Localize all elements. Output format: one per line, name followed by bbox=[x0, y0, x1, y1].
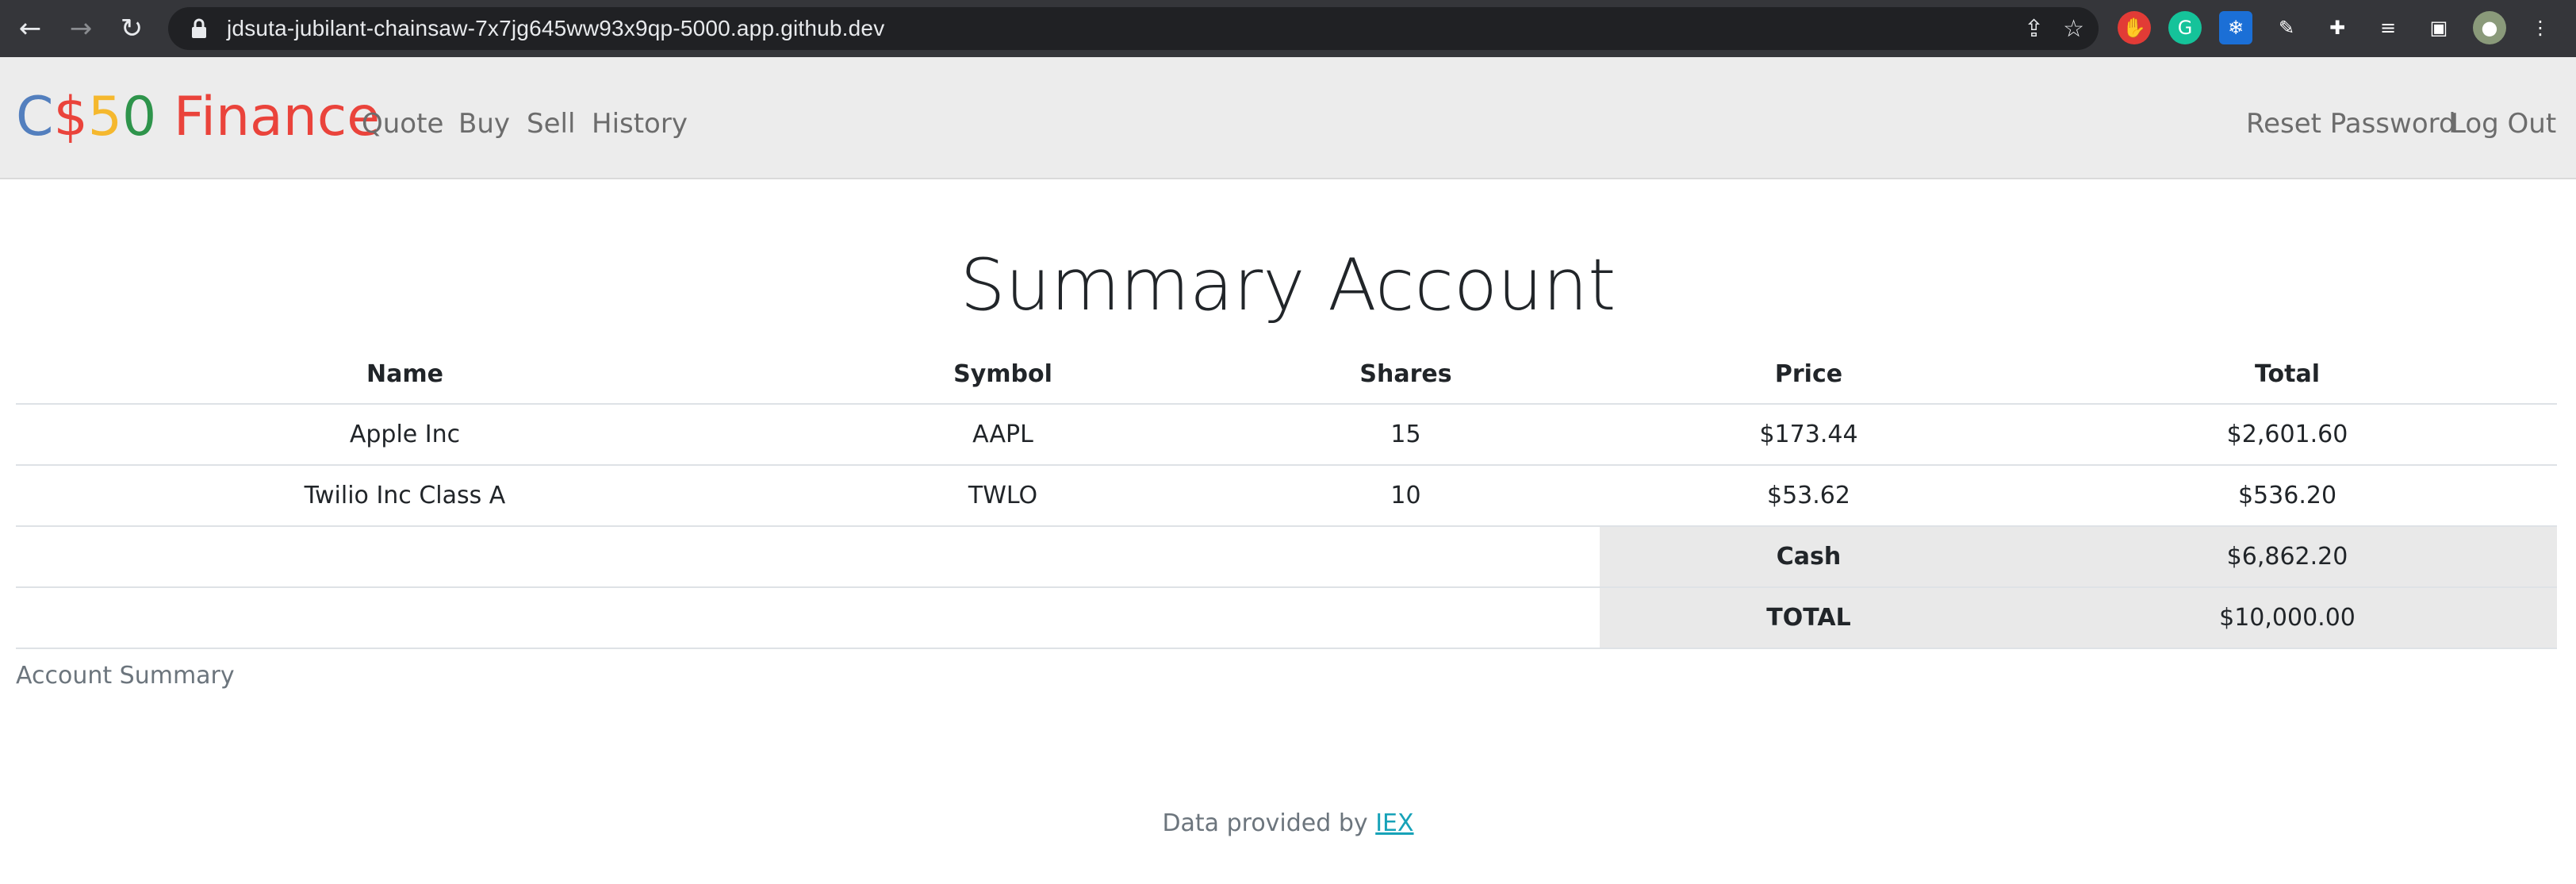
nav-history[interactable]: History bbox=[592, 108, 688, 140]
brand-logo[interactable]: C$50 Finance bbox=[16, 89, 380, 146]
total-spacer bbox=[16, 586, 1600, 649]
profile-avatar[interactable]: ● bbox=[2473, 11, 2506, 44]
brand-five: 5 bbox=[87, 86, 123, 148]
table-header-row: Name Symbol Shares Price Total bbox=[16, 344, 2557, 405]
reload-icon[interactable]: ↻ bbox=[108, 0, 155, 57]
header-name: Name bbox=[16, 344, 794, 405]
portfolio-table: Name Symbol Shares Price Total Apple Inc… bbox=[16, 344, 2557, 649]
total-value: $10,000.00 bbox=[2018, 586, 2557, 649]
side-panel-icon[interactable]: ▣ bbox=[2422, 11, 2455, 44]
app-navbar: C$50 Finance Quote Buy Sell History Rese… bbox=[0, 57, 2576, 179]
cash-label: Cash bbox=[1600, 525, 2018, 587]
table-caption: Account Summary bbox=[16, 662, 235, 690]
cell-total: $536.20 bbox=[2018, 464, 2557, 526]
table-row: Twilio Inc Class A TWLO 10 $53.62 $536.2… bbox=[16, 464, 2557, 526]
footer-text: Data provided by bbox=[1162, 809, 1376, 837]
address-bar[interactable]: jdsuta-jubilant-chainsaw-7x7jg645ww93x9q… bbox=[168, 7, 2099, 50]
brand-zero: 0 bbox=[122, 86, 157, 148]
url-text[interactable]: jdsuta-jubilant-chainsaw-7x7jg645ww93x9q… bbox=[227, 16, 884, 41]
puzzle-extensions-icon[interactable]: ✚ bbox=[2321, 11, 2354, 44]
footer: Data provided by IEX bbox=[0, 809, 2576, 837]
cell-total: $2,601.60 bbox=[2018, 403, 2557, 465]
nav-buy[interactable]: Buy bbox=[458, 108, 510, 140]
nav-sell[interactable]: Sell bbox=[527, 108, 575, 140]
reading-list-icon[interactable]: ≡ bbox=[2371, 11, 2405, 44]
header-total: Total bbox=[2018, 344, 2557, 405]
lock-icon bbox=[189, 17, 209, 40]
grand-total-row: TOTAL $10,000.00 bbox=[16, 586, 2557, 649]
page-title: Summary Account bbox=[960, 244, 1616, 327]
nav-reset-password[interactable]: Reset Password bbox=[2246, 108, 2456, 140]
bookmark-star-icon[interactable]: ☆ bbox=[2063, 15, 2084, 43]
brand-finance: Finance bbox=[156, 86, 381, 148]
cell-symbol: AAPL bbox=[794, 403, 1212, 465]
more-menu-icon[interactable]: ⋮ bbox=[2524, 11, 2557, 44]
nav-quote[interactable]: Quote bbox=[362, 108, 443, 140]
cell-name: Apple Inc bbox=[16, 403, 794, 465]
cell-symbol: TWLO bbox=[794, 464, 1212, 526]
share-icon[interactable]: ⇪ bbox=[2024, 15, 2044, 43]
cell-price: $173.44 bbox=[1600, 403, 2018, 465]
cell-shares: 15 bbox=[1212, 403, 1600, 465]
browser-toolbar: ← → ↻ jdsuta-jubilant-chainsaw-7x7jg645w… bbox=[0, 0, 2576, 57]
cell-shares: 10 bbox=[1212, 464, 1600, 526]
eyedropper-extension-icon[interactable]: ✎ bbox=[2270, 11, 2303, 44]
grammarly-extension-icon[interactable]: G bbox=[2168, 11, 2202, 44]
forward-arrow-icon[interactable]: → bbox=[57, 0, 105, 57]
table-row: Apple Inc AAPL 15 $173.44 $2,601.60 bbox=[16, 403, 2557, 465]
iex-link[interactable]: IEX bbox=[1375, 809, 1413, 837]
brand-c: C bbox=[16, 86, 54, 148]
cash-row: Cash $6,862.20 bbox=[16, 525, 2557, 587]
header-symbol: Symbol bbox=[794, 344, 1212, 405]
total-label: TOTAL bbox=[1600, 586, 2018, 649]
cash-value: $6,862.20 bbox=[2018, 525, 2557, 587]
cell-price: $53.62 bbox=[1600, 464, 2018, 526]
nav-log-out[interactable]: Log Out bbox=[2451, 108, 2556, 140]
snowflake-extension-icon[interactable]: ❄ bbox=[2219, 11, 2252, 44]
stop-extension-icon[interactable]: ✋ bbox=[2118, 11, 2151, 44]
cash-spacer bbox=[16, 525, 1600, 587]
header-shares: Shares bbox=[1212, 344, 1600, 405]
brand-dollar: $ bbox=[53, 86, 88, 148]
back-arrow-icon[interactable]: ← bbox=[6, 0, 54, 57]
header-price: Price bbox=[1600, 344, 2018, 405]
cell-name: Twilio Inc Class A bbox=[16, 464, 794, 526]
